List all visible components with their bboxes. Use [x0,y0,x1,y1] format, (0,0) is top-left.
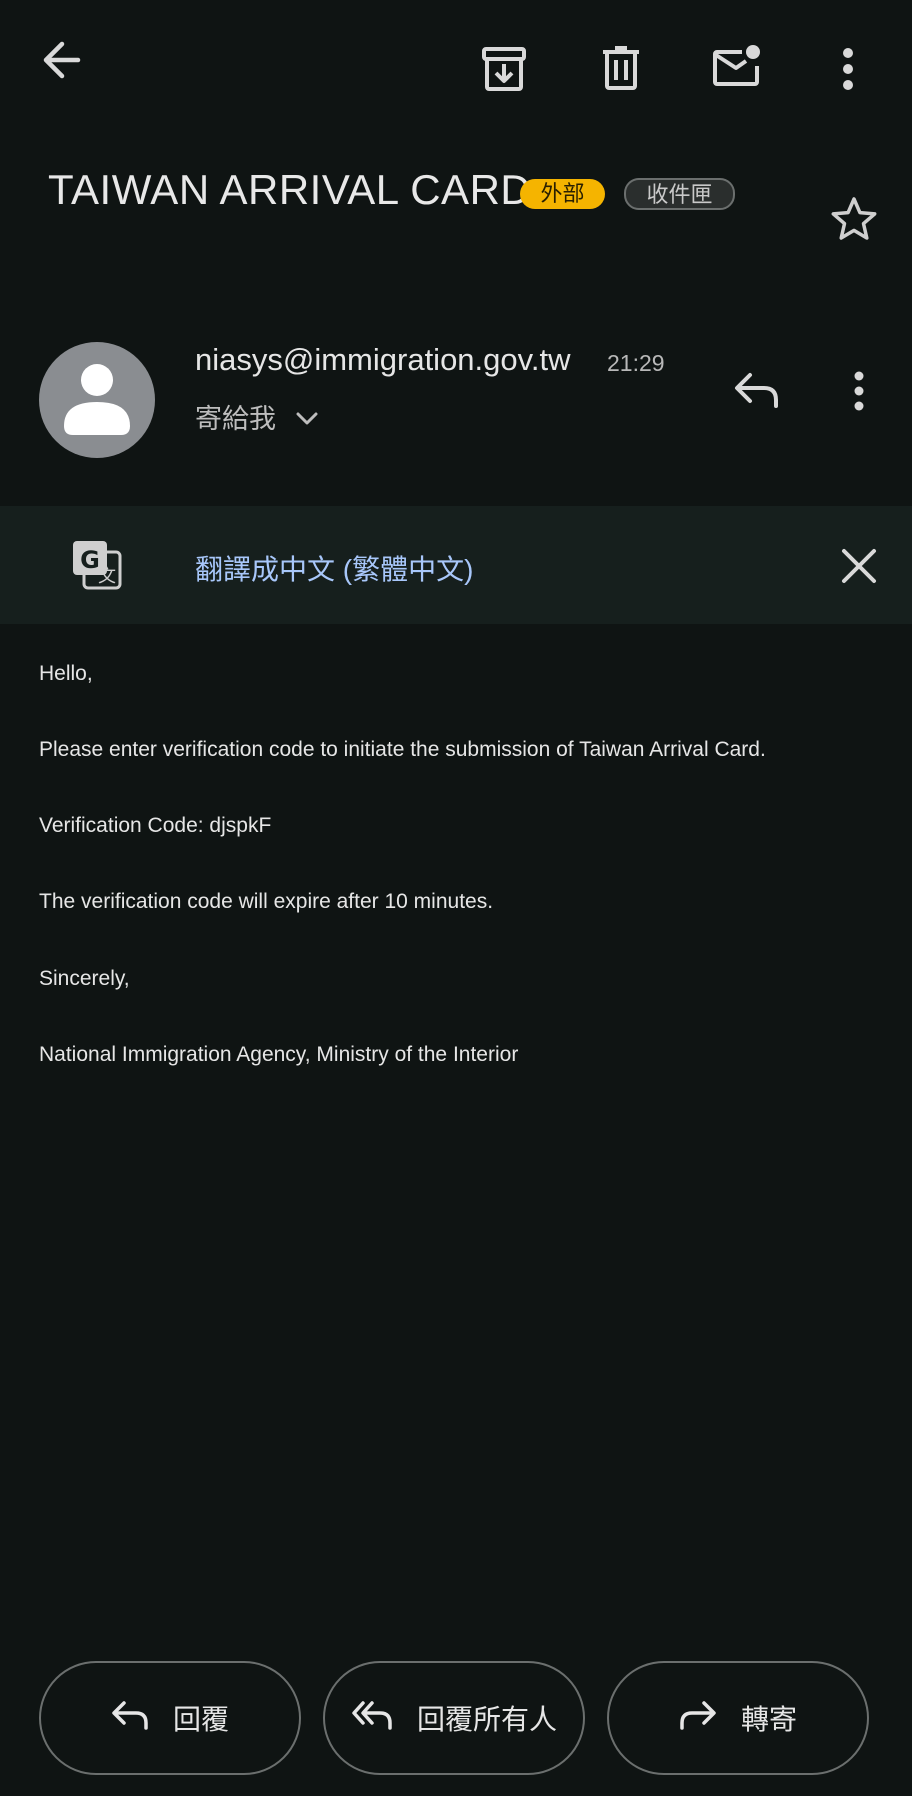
inbox-label-chip[interactable]: 收件匣 [624,178,735,210]
reply-all-icon [351,1700,393,1737]
reply-all-button-label: 回覆所有人 [416,1704,557,1735]
forward-icon [679,1700,717,1737]
more-vert-icon[interactable] [841,48,855,90]
forward-button-label: 轉寄 [740,1704,797,1735]
svg-text:G: G [80,546,100,574]
svg-text:文: 文 [98,566,116,587]
reply-icon[interactable] [734,372,780,408]
recipient-label[interactable]: 寄給我 [195,397,276,436]
avatar[interactable] [39,342,155,458]
translate-link[interactable]: 翻譯成中文 (繁體中文) [195,548,473,588]
sender-email[interactable]: niasys@immigration.gov.tw [195,342,570,378]
star-icon[interactable] [830,196,878,242]
message-more-icon[interactable] [852,371,866,411]
arrow-back-icon[interactable] [40,40,82,80]
body-verification-code: Verification Code: djspkF [39,814,272,837]
chevron-down-icon[interactable] [296,412,318,426]
sent-time: 21:29 [607,350,665,376]
archive-icon[interactable] [481,46,527,92]
body-closing: Sincerely, [39,967,130,990]
reply-button-label: 回覆 [172,1704,229,1735]
translate-icon: G 文 [70,538,124,592]
email-subject: TAIWAN ARRIVAL CARD [48,166,532,213]
forward-button[interactable]: 轉寄 [607,1661,869,1775]
reply-icon [111,1700,149,1737]
mark-unread-icon[interactable] [712,44,764,88]
body-expiry-notice: The verification code will expire after … [39,890,494,913]
body-signature: National Immigration Agency, Ministry of… [39,1043,519,1066]
body-instruction: Please enter verification code to initia… [39,738,766,761]
reply-button[interactable]: 回覆 [39,1661,301,1775]
close-icon[interactable] [841,548,877,584]
email-view: TAIWAN ARRIVAL CARD 外部 收件匣 niasys@immigr… [0,0,912,1796]
reply-all-button[interactable]: 回覆所有人 [323,1661,585,1775]
external-label-chip: 外部 [520,179,605,209]
trash-icon[interactable] [601,45,641,91]
body-greeting: Hello, [39,662,93,685]
